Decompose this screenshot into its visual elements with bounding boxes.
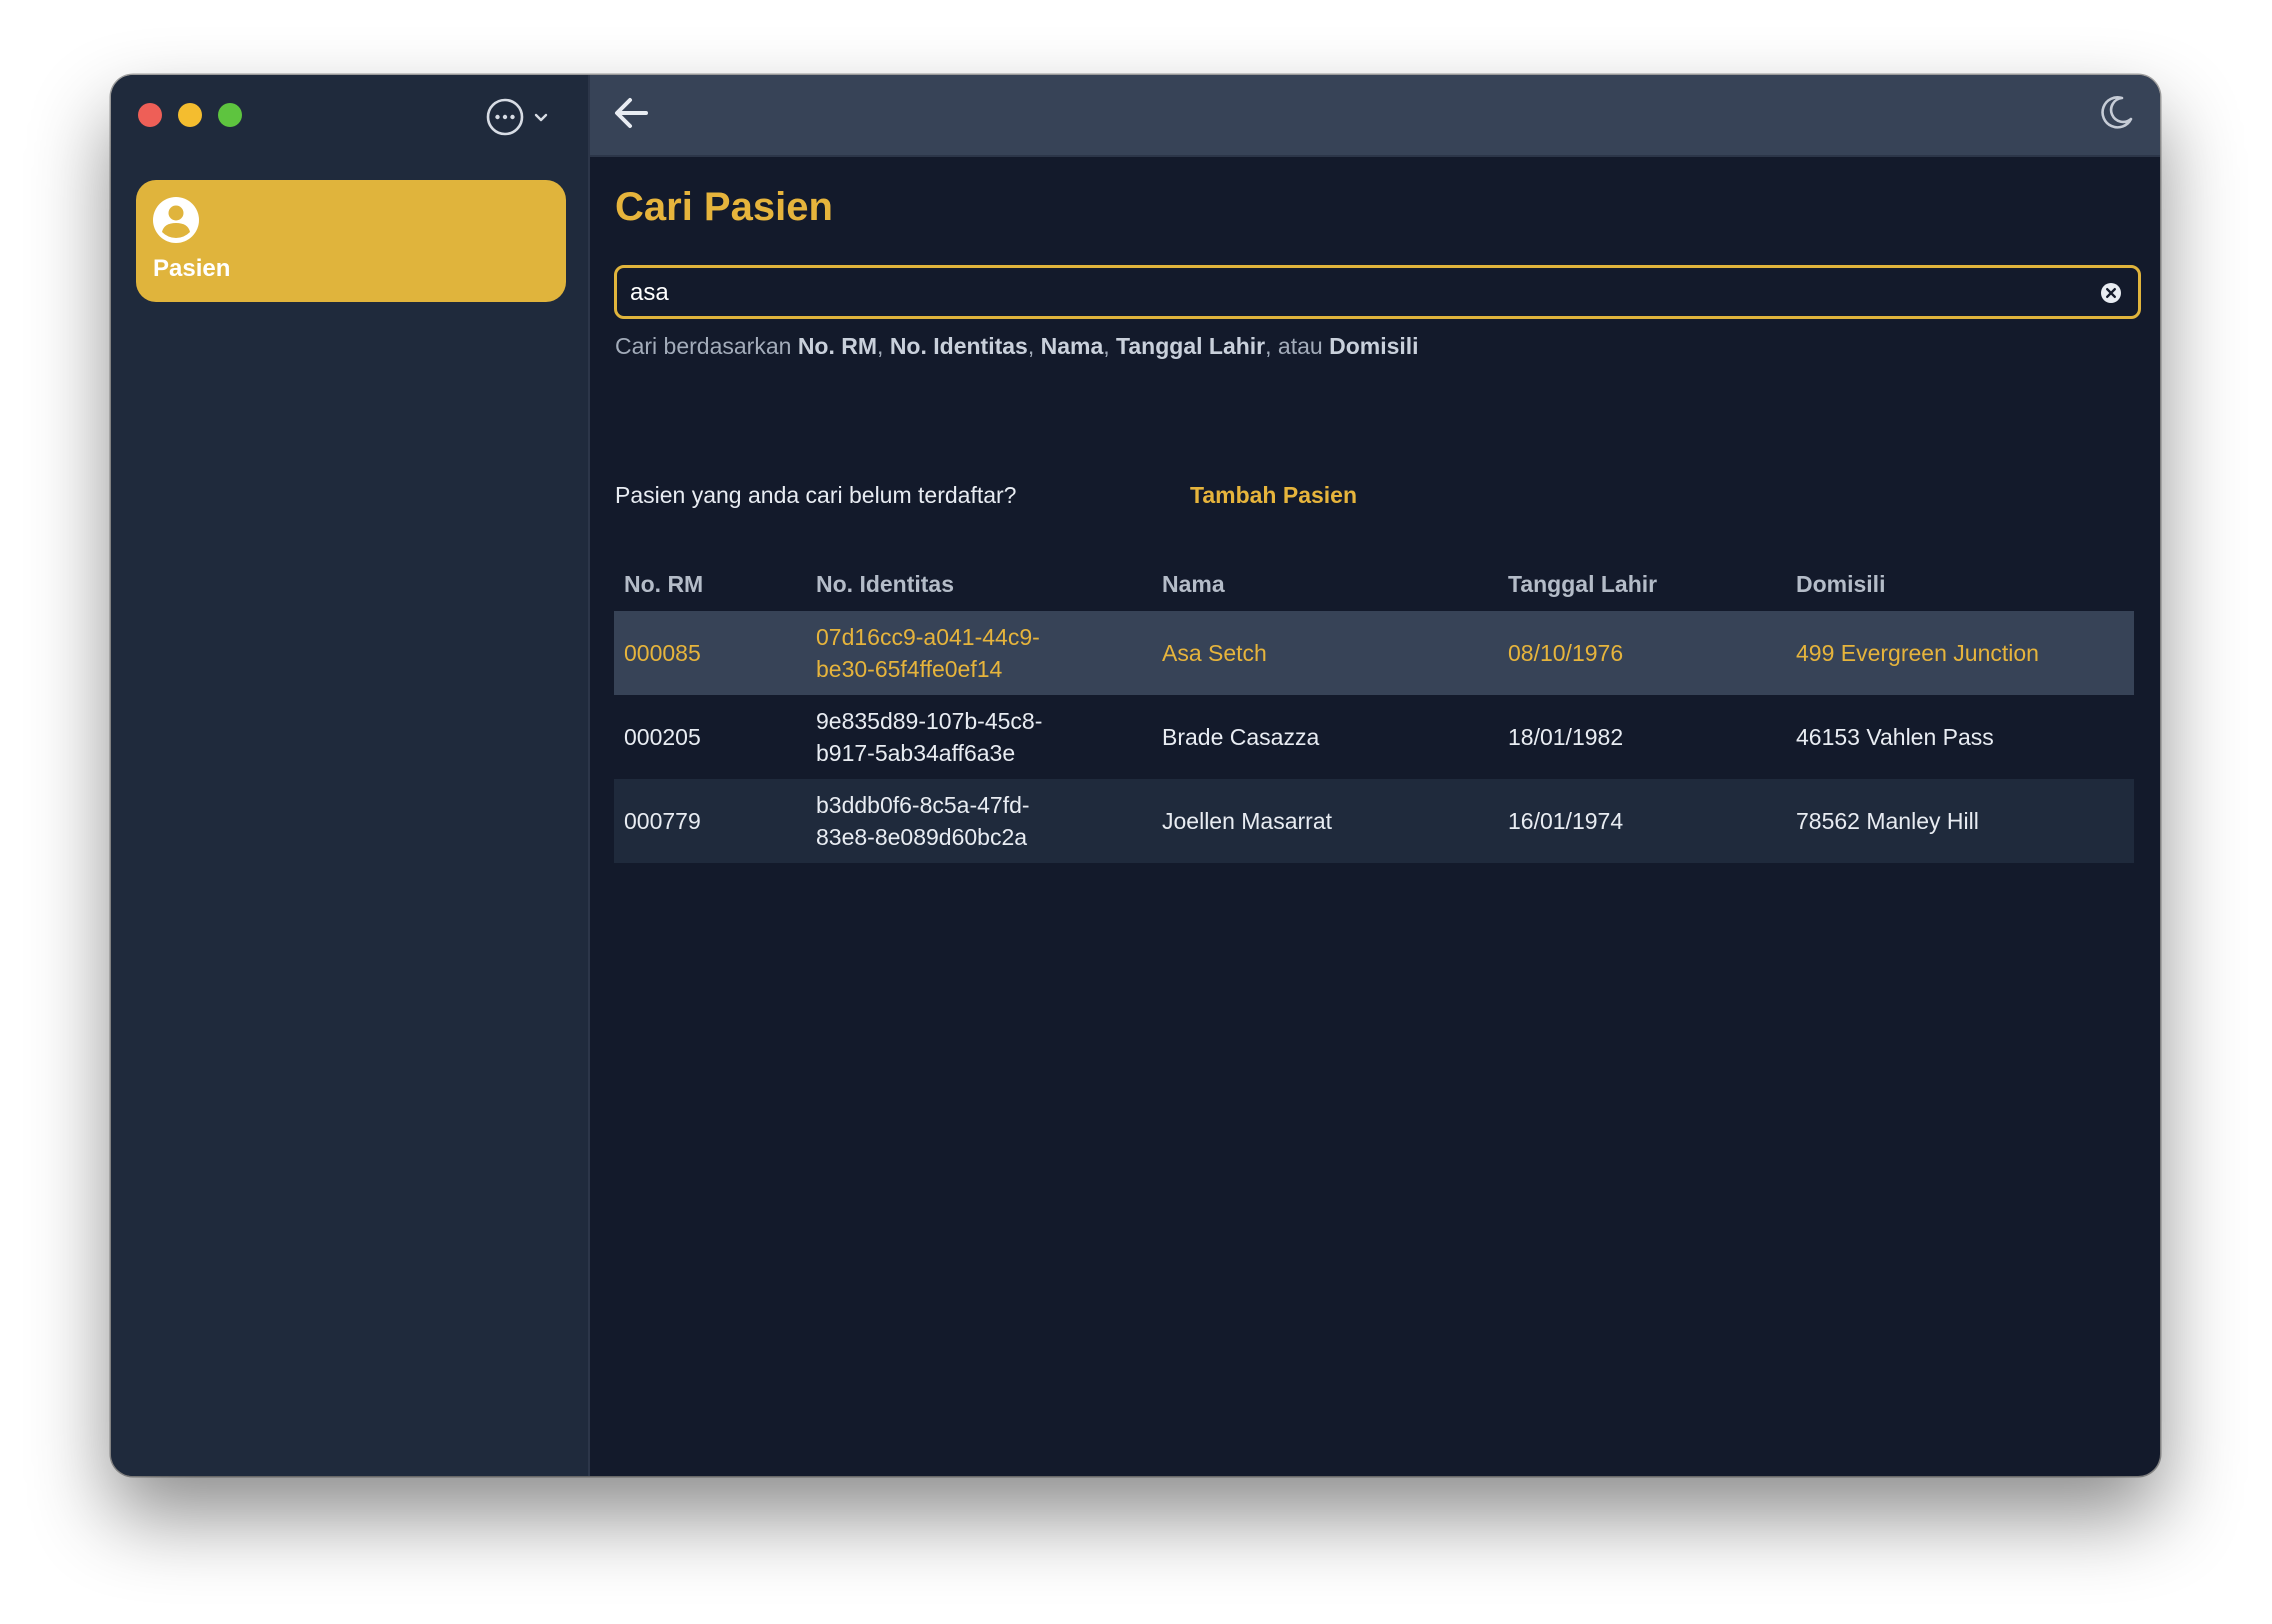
sidebar-item-label: Pasien — [153, 255, 231, 282]
sidebar-item-pasien[interactable]: Pasien — [136, 180, 566, 302]
table-row[interactable]: 000085 07d16cc9-a041-44c9- be30-65f4ffe0… — [614, 611, 2134, 695]
cell-domisili: 78562 Manley Hill — [1796, 807, 1979, 834]
cell-identitas: 07d16cc9-a041-44c9- be30-65f4ffe0ef14 — [806, 621, 1152, 685]
hint-field-nama: Nama — [1040, 333, 1104, 359]
cell-identitas-line: b917-5ab34aff6a3e — [816, 740, 1016, 766]
cell-tanggal-lahir: 08/10/1976 — [1508, 639, 1624, 666]
hint-separator: , — [877, 333, 884, 359]
sidebar: Pasien — [111, 75, 590, 1476]
hint-prefix: Cari berdasarkan — [615, 333, 792, 359]
arrow-left-icon — [612, 98, 650, 135]
zoom-window-button[interactable] — [218, 103, 242, 127]
cell-domisili: 46153 Vahlen Pass — [1796, 723, 1994, 750]
back-button[interactable] — [612, 95, 650, 136]
chevron-down-icon — [533, 111, 549, 129]
hint-conjunction: atau — [1277, 333, 1323, 359]
ellipsis-circle-icon — [485, 97, 525, 142]
hint-separator: , — [1027, 333, 1035, 359]
window-controls — [138, 103, 242, 127]
cell-identitas-line: be30-65f4ffe0ef14 — [816, 656, 1003, 682]
hint-field-domisili: Domisili — [1329, 333, 1419, 359]
hint-field-tanggal-lahir: Tanggal Lahir — [1116, 333, 1266, 359]
hint-field-rm: No. RM — [797, 333, 878, 359]
person-circle-icon — [152, 196, 200, 249]
search-hint: Cari berdasarkan No. RM, No. Identitas, … — [615, 333, 1419, 360]
column-header-tanggal-lahir[interactable]: Tanggal Lahir — [1498, 571, 1786, 598]
cell-tanggal-lahir: 18/01/1982 — [1508, 723, 1624, 750]
close-window-button[interactable] — [138, 103, 162, 127]
column-header-domisili[interactable]: Domisili — [1786, 571, 2134, 598]
cell-identitas-line: 07d16cc9-a041-44c9- — [816, 624, 1040, 650]
cell-identitas-line: 83e8-8e089d60bc2a — [816, 824, 1028, 850]
column-header-rm[interactable]: No. RM — [614, 571, 806, 598]
main-content: Cari Pasien Cari berdasarkan No. RM, No.… — [590, 157, 2160, 1476]
cell-rm: 000779 — [624, 807, 701, 834]
toolbar — [590, 75, 2160, 157]
column-header-nama[interactable]: Nama — [1152, 571, 1498, 598]
close-circle-icon[interactable] — [2100, 282, 2122, 309]
cell-identitas-line: 9e835d89-107b-45c8- — [816, 708, 1043, 734]
hint-separator: , — [1265, 333, 1272, 359]
cell-nama: Asa Setch — [1162, 639, 1267, 666]
cell-identitas: b3ddb0f6-8c5a-47fd- 83e8-8e089d60bc2a — [806, 789, 1152, 853]
cell-nama: Brade Casazza — [1162, 723, 1320, 750]
table-row[interactable]: 000779 b3ddb0f6-8c5a-47fd- 83e8-8e089d60… — [614, 779, 2134, 863]
cell-domisili: 499 Evergreen Junction — [1796, 639, 2039, 666]
not-registered-text: Pasien yang anda cari belum terdaftar? — [615, 482, 1017, 508]
patient-table: No. RM No. Identitas Nama Tanggal Lahir … — [614, 557, 2134, 863]
table-header: No. RM No. Identitas Nama Tanggal Lahir … — [614, 557, 2134, 611]
cell-identitas: 9e835d89-107b-45c8- b917-5ab34aff6a3e — [806, 705, 1152, 769]
cell-tanggal-lahir: 16/01/1974 — [1508, 807, 1624, 834]
hint-separator: , — [1103, 333, 1110, 359]
theme-toggle-button[interactable] — [2096, 92, 2136, 137]
cell-rm: 000085 — [624, 639, 701, 666]
minimize-window-button[interactable] — [178, 103, 202, 127]
search-box — [614, 265, 2141, 319]
search-input[interactable] — [630, 276, 2070, 310]
more-menu-button[interactable] — [485, 97, 549, 142]
table-row[interactable]: 000205 9e835d89-107b-45c8- b917-5ab34aff… — [614, 695, 2134, 779]
moon-icon — [2096, 96, 2136, 136]
page-title: Cari Pasien — [615, 185, 833, 229]
app-window: Pasien Cari Pasien asa Cari berdasarkan … — [111, 75, 2160, 1476]
add-patient-link[interactable]: Tambah Pasien — [1190, 482, 1357, 509]
cell-rm: 000205 — [624, 723, 701, 750]
column-header-identitas[interactable]: No. Identitas — [806, 568, 1152, 600]
cell-nama: Joellen Masarrat — [1162, 807, 1333, 834]
cell-identitas-line: b3ddb0f6-8c5a-47fd- — [816, 792, 1030, 818]
hint-field-identitas: No. Identitas — [889, 333, 1028, 359]
